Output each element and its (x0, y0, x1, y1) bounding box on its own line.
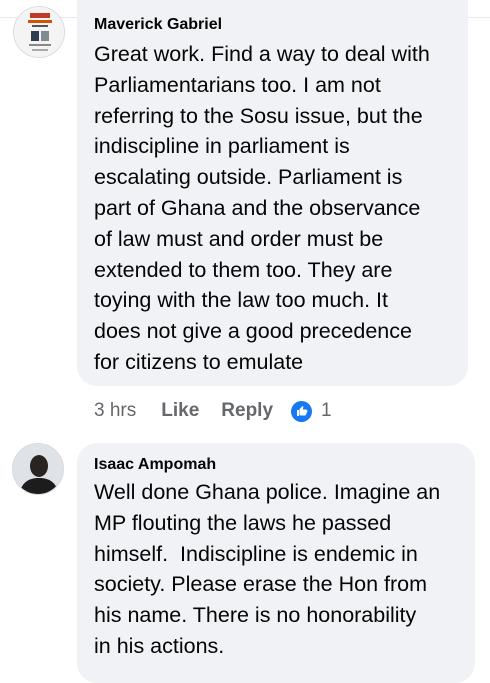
comment-text: Well done Ghana police. Imagine an MP fl… (94, 480, 441, 658)
avatar[interactable] (12, 443, 64, 495)
like-reaction-icon[interactable] (291, 400, 313, 422)
reply-button[interactable]: Reply (221, 400, 273, 422)
comment-bubble: Maverick Gabriel Great work. Find a way … (77, 0, 468, 386)
comment-bubble: Isaac Ampomah Well done Ghana police. Im… (77, 443, 475, 683)
comment-timestamp[interactable]: 3 hrs (94, 400, 136, 422)
like-button[interactable]: Like (161, 400, 199, 422)
reaction-count[interactable]: 1 (321, 400, 332, 422)
comment-text: Great work. Find a way to deal with Parl… (94, 42, 430, 374)
avatar-image (13, 444, 63, 494)
avatar-image (14, 7, 64, 57)
comment-actions: 3 hrs Like Reply 1 (94, 398, 332, 424)
comment-author[interactable]: Maverick Gabriel (94, 16, 222, 34)
avatar[interactable] (13, 6, 65, 58)
comment-author[interactable]: Isaac Ampomah (94, 456, 216, 474)
